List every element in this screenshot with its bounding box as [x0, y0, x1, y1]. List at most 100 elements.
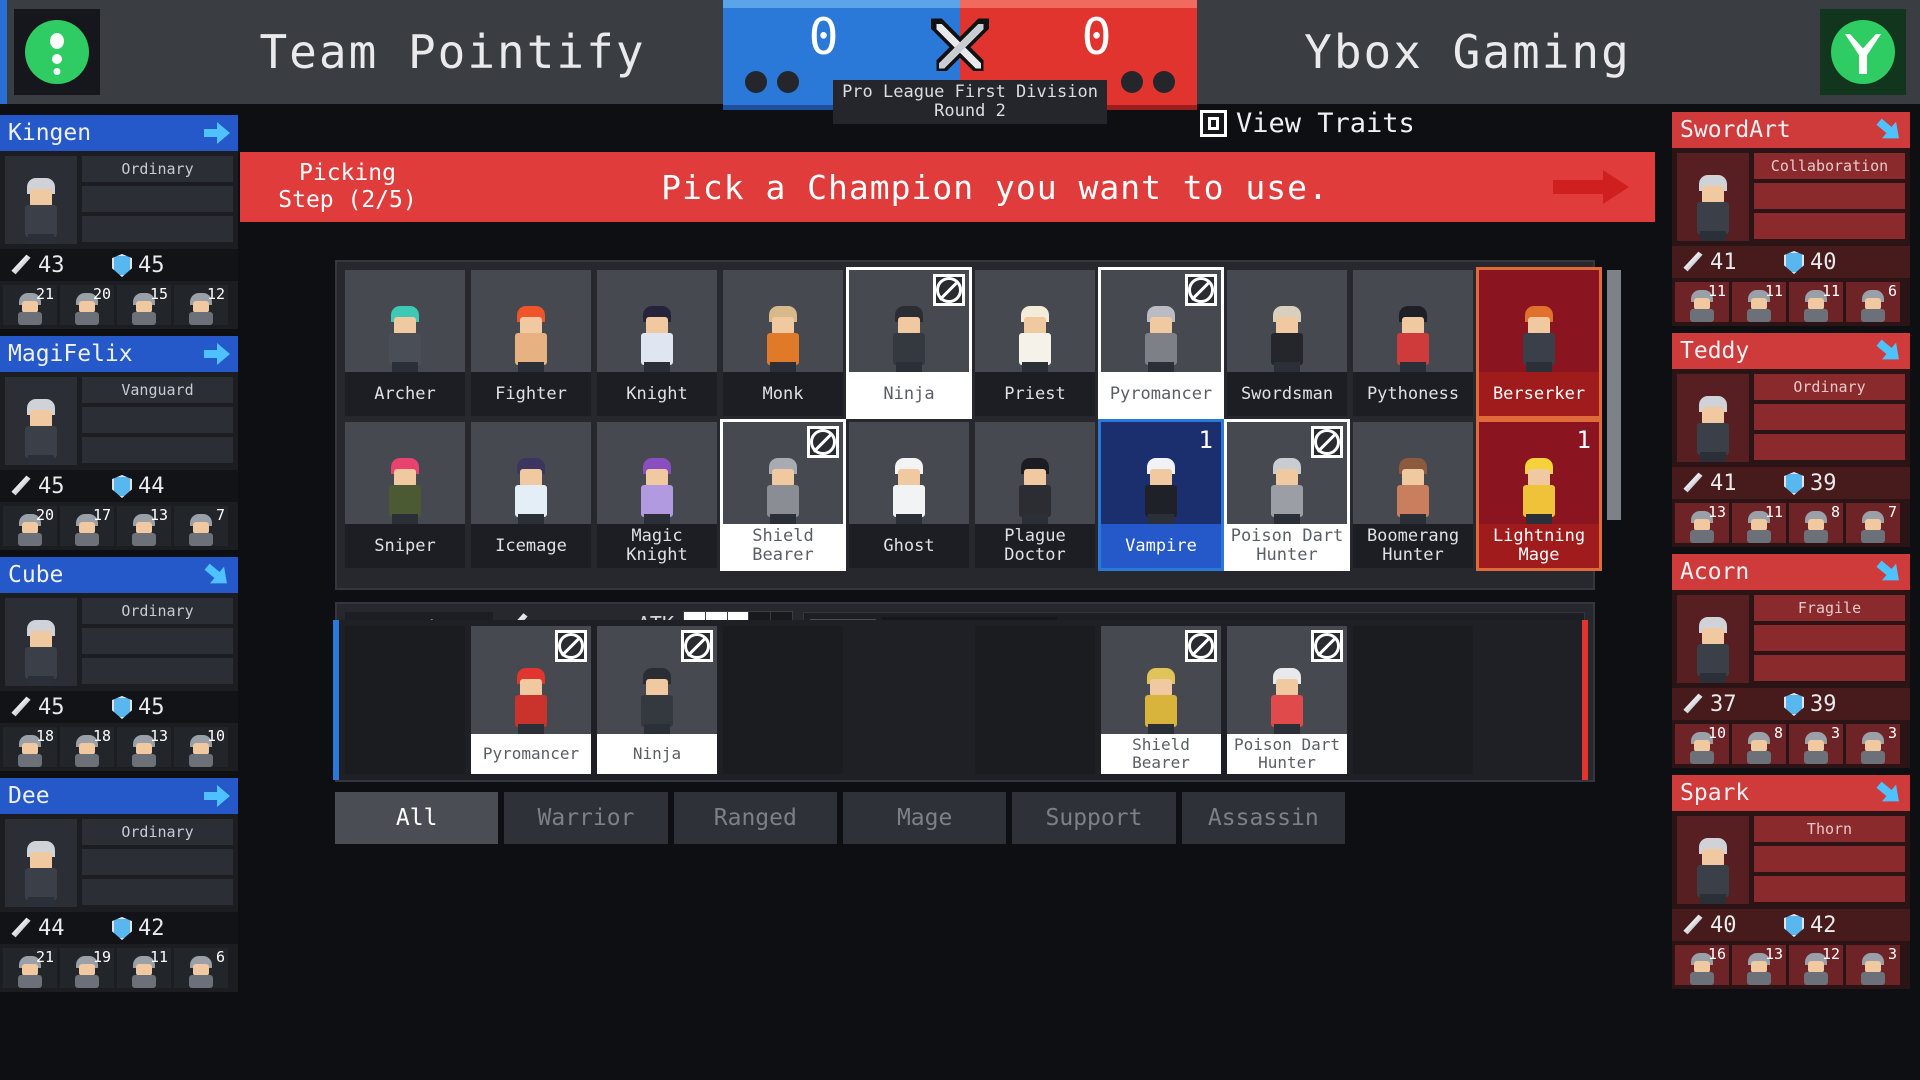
roster-unit-slot[interactable]: 18 — [60, 727, 114, 767]
roster-unit-slot[interactable]: 8 — [1789, 503, 1843, 543]
roster-unit-slot[interactable]: 20 — [60, 285, 114, 325]
roster-card[interactable]: Dee Ordinary 44 42 21 19 11 6 — [0, 778, 238, 992]
champion-card[interactable]: Knight — [597, 270, 717, 416]
roster-arrow-button[interactable] — [1868, 775, 1910, 811]
roster-unit-slot[interactable]: 16 — [1675, 945, 1729, 985]
champion-art: 1 — [1101, 422, 1221, 524]
champion-card[interactable]: Ninja — [846, 267, 972, 419]
bench-slot[interactable]: Poison Dart Hunter — [1227, 626, 1347, 774]
roster-unit-slot[interactable]: 13 — [1675, 503, 1729, 543]
champion-art — [345, 270, 465, 372]
roster-atk: 45 — [38, 473, 65, 499]
roster-arrow-button[interactable] — [196, 115, 238, 151]
roster-card[interactable]: Spark Thorn 40 42 16 13 12 3 — [1672, 775, 1910, 989]
roster-card[interactable]: Cube Ordinary 45 45 18 18 13 10 — [0, 557, 238, 771]
champion-card[interactable]: Monk — [723, 270, 843, 416]
filter-tab-all[interactable]: All — [335, 792, 499, 844]
roster-unit-slot[interactable]: 11 — [1732, 282, 1786, 322]
roster-unit-slot[interactable]: 3 — [1846, 945, 1900, 985]
roster-unit-slot[interactable]: 6 — [1846, 282, 1900, 322]
roster-unit-slot[interactable]: 21 — [3, 285, 57, 325]
roster-trait — [1754, 876, 1905, 902]
bench-slot[interactable]: Shield Bearer — [1101, 626, 1221, 774]
roster-unit-slot[interactable]: 11 — [1789, 282, 1843, 322]
roster-arrow-button[interactable] — [196, 778, 238, 814]
roster-unit-slot[interactable]: 13 — [117, 506, 171, 546]
roster-arrow-button[interactable] — [1868, 554, 1910, 590]
roster-card[interactable]: Teddy Ordinary 41 39 13 11 8 7 — [1672, 333, 1910, 547]
champion-card[interactable]: Plague Doctor — [975, 422, 1095, 568]
scrollbar-thumb[interactable] — [1607, 270, 1621, 520]
roster-arrow-button[interactable] — [196, 336, 238, 372]
filter-tab-support[interactable]: Support — [1012, 792, 1176, 844]
champion-card[interactable]: 1 Vampire — [1098, 419, 1224, 571]
roster-unit-slot[interactable]: 3 — [1846, 724, 1900, 764]
filter-tab-ranged[interactable]: Ranged — [673, 792, 837, 844]
roster-unit-slot[interactable]: 18 — [3, 727, 57, 767]
roster-def: 40 — [1810, 249, 1837, 275]
roster-unit-slot[interactable]: 13 — [117, 727, 171, 767]
left-team-logo — [14, 9, 100, 95]
roster-unit-slot[interactable]: 11 — [1675, 282, 1729, 322]
champion-card[interactable]: Pythoness — [1353, 270, 1473, 416]
champion-card[interactable]: Icemage — [471, 422, 591, 568]
bench-slot-empty[interactable] — [1353, 626, 1473, 774]
champion-card[interactable]: 1 Lightning Mage — [1476, 419, 1602, 571]
champion-card[interactable]: Archer — [345, 270, 465, 416]
roster-unit-slot[interactable]: 6 — [174, 948, 228, 988]
roster-unit-slot[interactable]: 17 — [60, 506, 114, 546]
roster-card[interactable]: SwordArt Collaboration attack 41 40 11 11 11 6 — [1672, 112, 1910, 326]
bench-slot[interactable]: Pyromancer — [471, 626, 591, 774]
roster-unit-slot[interactable]: 8 — [1732, 724, 1786, 764]
champion-card[interactable]: Fighter — [471, 270, 591, 416]
bench-slot-empty[interactable] — [723, 626, 843, 774]
filter-tab-warrior[interactable]: Warrior — [504, 792, 668, 844]
roster-unit-slot[interactable]: 21 — [3, 948, 57, 988]
filter-tab-mage[interactable]: Mage — [842, 792, 1007, 844]
sword-icon — [1678, 470, 1708, 496]
roster-card[interactable]: MagiFelix Vanguard 45 44 20 17 13 7 — [0, 336, 238, 550]
roster-atk: 41 — [1710, 249, 1737, 275]
roster-arrow-button[interactable] — [1868, 333, 1910, 369]
bench-slot[interactable]: Ninja — [597, 626, 717, 774]
roster-unit-slot[interactable]: 11 — [1732, 503, 1786, 543]
roster-arrow-button[interactable] — [196, 557, 238, 593]
bench-slot-empty[interactable] — [345, 626, 465, 774]
roster-player-name: Teddy — [1680, 338, 1750, 364]
champion-card[interactable]: Berserker — [1476, 267, 1602, 419]
champion-card[interactable]: Poison Dart Hunter — [1224, 419, 1350, 571]
bench-champion-name: Shield Bearer — [1101, 734, 1221, 774]
roster-card[interactable]: AcornFragile Mentality 37 39 10 8 3 3 — [1672, 554, 1910, 768]
roster-unit-slot[interactable]: 7 — [1846, 503, 1900, 543]
roster-unit-slot[interactable]: 10 — [174, 727, 228, 767]
view-traits-button[interactable]: View Traits — [1200, 108, 1415, 139]
roster-unit-slot[interactable]: 7 — [174, 506, 228, 546]
roster-unit-count: 7 — [215, 506, 225, 524]
roster-stats: 40 42 — [1672, 909, 1910, 941]
roster-avatar — [5, 819, 77, 907]
champion-card[interactable]: Pyromancer — [1098, 267, 1224, 419]
roster-unit-slot[interactable]: 19 — [60, 948, 114, 988]
champion-card[interactable]: Sniper — [345, 422, 465, 568]
roster-card[interactable]: Kingen Ordinary 43 45 21 20 15 12 — [0, 115, 238, 329]
roster-unit-slot[interactable]: 20 — [3, 506, 57, 546]
champion-card[interactable]: Swordsman — [1227, 270, 1347, 416]
roster-unit-slot[interactable]: 12 — [174, 285, 228, 325]
roster-unit-slot[interactable]: 15 — [117, 285, 171, 325]
filter-tab-assassin[interactable]: Assassin — [1181, 792, 1345, 844]
roster-unit-slot[interactable]: 12 — [1789, 945, 1843, 985]
bench-slot-empty[interactable] — [975, 626, 1095, 774]
champion-name: Icemage — [495, 535, 567, 556]
roster-unit-slot[interactable]: 13 — [1732, 945, 1786, 985]
character-sprite — [630, 302, 684, 372]
champion-card[interactable]: Shield Bearer — [720, 419, 846, 571]
roster-unit-slot[interactable]: 3 — [1789, 724, 1843, 764]
champion-card[interactable]: Ghost — [849, 422, 969, 568]
champion-card[interactable]: Priest — [975, 270, 1095, 416]
roster-arrow-button[interactable] — [1868, 112, 1910, 148]
roster-trait — [82, 849, 233, 875]
roster-unit-slot[interactable]: 10 — [1675, 724, 1729, 764]
champion-card[interactable]: Magic Knight — [597, 422, 717, 568]
roster-unit-slot[interactable]: 11 — [117, 948, 171, 988]
champion-card[interactable]: Boomerang Hunter — [1353, 422, 1473, 568]
